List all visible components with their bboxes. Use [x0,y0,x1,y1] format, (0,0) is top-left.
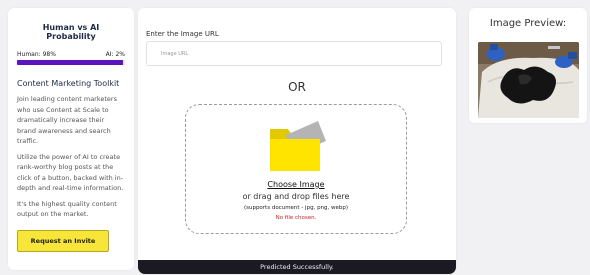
supported-formats-text: (supports document - jpg, png, webp) [243,205,349,211]
or-divider-text: OR [288,80,306,94]
ai-probability-label: AI: 2% [105,51,125,58]
no-file-status: No file chosen. [275,215,317,221]
human-probability-fill [17,60,123,65]
file-dropzone[interactable]: Choose Image or drag and drop files here… [185,104,407,234]
preview-card: Image Preview: [469,8,587,123]
probability-bar [17,60,125,65]
toolkit-paragraph-3: It's the highest quality content output … [17,199,117,219]
image-url-input[interactable] [146,41,442,66]
preview-image [478,42,579,118]
toolkit-paragraph-1: Join leading content marketers who use C… [17,95,117,145]
sidebar-card: Human vs AI Probability Human: 98% AI: 2… [8,8,134,270]
toolkit-heading: Content Marketing Toolkit [17,79,120,88]
preview-title: Image Preview: [489,18,567,29]
drag-drop-text: or drag and drop files here [242,192,350,201]
choose-image-link[interactable]: Choose Image [186,180,406,189]
toolkit-paragraph-2: Utilize the power of AI to create rank-w… [17,152,124,193]
upload-card: Enter the Image URL OR Choose Image or d… [138,8,456,274]
probability-title: Human vs AI Probability [42,23,100,41]
prediction-status-bar: Predicted Successfully. [138,260,456,274]
url-label: Enter the Image URL [146,30,219,38]
folder-icon [270,121,326,171]
probability-labels: Human: 98% AI: 2% [17,51,125,58]
request-invite-button[interactable]: Request an Invite [17,229,109,252]
human-probability-label: Human: 98% [17,51,56,58]
